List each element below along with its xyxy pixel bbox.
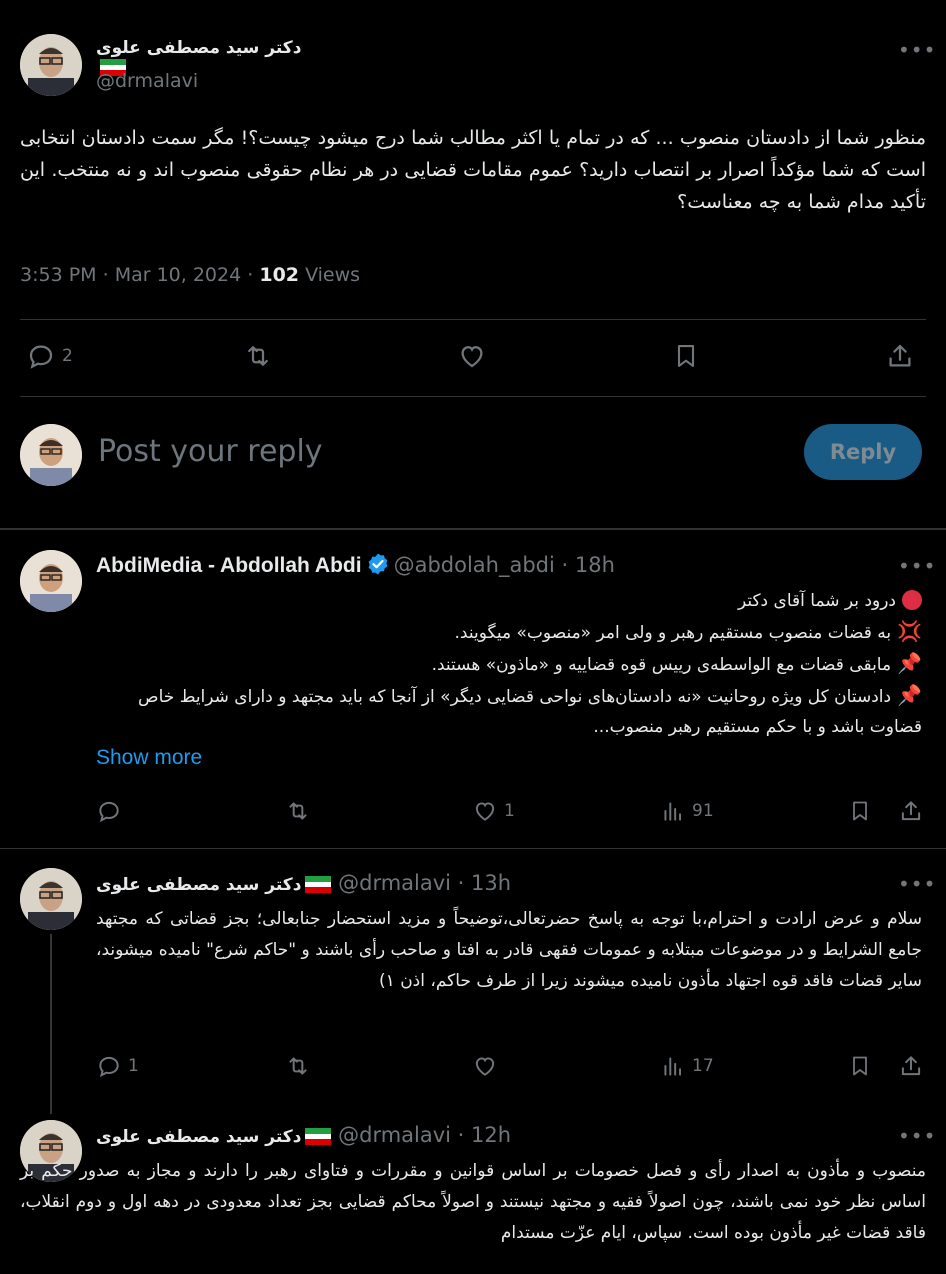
reply-header: دکتر سید مصطفی علوی @drmalavi · 13h [96, 871, 511, 895]
body-line: 📌مابقی قضات مع الواسطه‌ی رییس قوه قضاییه… [431, 651, 922, 675]
display-name-text: دکتر سید مصطفی علوی [96, 38, 302, 58]
views-label: Views [305, 264, 361, 286]
reply-icon [99, 801, 119, 823]
body-line: 📌دادستان کل ویژه روحانیت «نه دادستان‌های… [138, 683, 922, 737]
verified-badge-icon [366, 552, 390, 581]
handle[interactable]: @abdolah_abdi [394, 553, 555, 577]
heart-icon [461, 346, 483, 368]
bookmark-action[interactable] [848, 798, 872, 824]
bookmark-icon [853, 1056, 867, 1076]
views-action[interactable]: 91 [660, 798, 714, 824]
more-options-icon[interactable]: ••• [898, 874, 936, 894]
like-action[interactable] [472, 1053, 504, 1079]
bookmark-action[interactable] [672, 341, 700, 371]
red-circle-icon [902, 590, 922, 610]
view-count: 17 [692, 1056, 714, 1076]
like-action[interactable] [456, 341, 488, 371]
reply-header: دکتر سید مصطفی علوی @drmalavi · 12h [96, 1123, 511, 1147]
show-more-link[interactable]: Show more [96, 746, 202, 770]
avatar[interactable] [20, 550, 82, 612]
body-line: درود بر شما آقای دکتر [96, 586, 922, 616]
repost-icon [248, 346, 268, 366]
avatar[interactable] [20, 868, 82, 930]
reply-header: AbdiMedia - Abdollah Abdi @abdolah_abdi ·… [96, 552, 615, 581]
reply-icon [29, 345, 53, 369]
repost-action[interactable] [284, 798, 312, 824]
bookmark-icon [677, 345, 695, 367]
repost-icon [289, 1057, 307, 1075]
views-count: 102 [259, 264, 300, 286]
iran-flag-icon [305, 874, 332, 893]
reply-action[interactable]: 1 [96, 1053, 139, 1079]
more-options-icon[interactable]: ••• [898, 1126, 936, 1146]
post-age[interactable]: 12h [471, 1123, 511, 1147]
heart-icon [475, 802, 495, 821]
reply-count: 2 [62, 346, 73, 366]
reply-body: منصوب و مأذون به اصدار رأی و فصل خصومات … [20, 1161, 926, 1243]
more-options-icon[interactable]: ••• [898, 556, 936, 576]
views-action[interactable]: 17 [660, 1053, 714, 1079]
tweet-meta: 3:53 PM · Mar 10, 2024 · 102 Views [20, 264, 360, 286]
share-icon [901, 1056, 921, 1076]
reply-body: درود بر شما آقای دکتر 💢به قضات منصوب مست… [96, 586, 922, 742]
tweet-date[interactable]: Mar 10, 2024 [115, 264, 242, 286]
pushpin-icon: 📌 [897, 683, 922, 707]
view-count: 91 [692, 801, 714, 821]
analytics-icon [664, 1057, 682, 1076]
meta-dot-1: · [102, 264, 109, 286]
reply-action[interactable]: 2 [26, 341, 73, 371]
body-line: 💢به قضات منصوب مستقیم رهبر و ولی امر «من… [454, 619, 922, 643]
divider [20, 319, 926, 320]
anger-symbol-icon: 💢 [897, 619, 922, 643]
share-icon [901, 801, 921, 821]
display-name[interactable]: دکتر سید مصطفی علوی [96, 1127, 301, 1147]
thread-line [50, 934, 52, 1114]
repost-action[interactable] [241, 341, 275, 371]
analytics-icon [664, 802, 682, 821]
tweet-time[interactable]: 3:53 PM [20, 264, 97, 286]
meta-dot: · [451, 1123, 472, 1147]
repost-action[interactable] [284, 1053, 312, 1079]
thread-separator [0, 528, 946, 530]
share-action[interactable] [898, 798, 924, 824]
handle[interactable]: @drmalavi [338, 871, 451, 895]
display-name[interactable]: دکتر سید مصطفی علوی [96, 875, 301, 895]
repost-icon [289, 802, 307, 820]
heart-icon [475, 1057, 495, 1076]
share-icon [889, 344, 911, 367]
meta-dot-2: · [247, 264, 254, 286]
like-count: 1 [504, 801, 515, 821]
display-name[interactable]: AbdiMedia - Abdollah Abdi [96, 554, 362, 577]
post-age[interactable]: 13h [471, 871, 511, 895]
reply-count: 1 [128, 1056, 139, 1076]
handle[interactable]: @drmalavi [338, 1123, 451, 1147]
more-options-icon[interactable]: ••• [898, 40, 936, 60]
iran-flag-icon [305, 1126, 332, 1145]
bookmark-action[interactable] [848, 1053, 872, 1079]
avatar[interactable] [20, 34, 82, 96]
handle[interactable]: @drmalavi [96, 70, 198, 92]
reply-icon [99, 1056, 119, 1078]
meta-dot: · [451, 871, 472, 895]
reply-button[interactable]: Reply [804, 424, 922, 480]
reply-action[interactable] [96, 798, 128, 824]
bookmark-icon [853, 801, 867, 821]
pushpin-icon: 📌 [897, 651, 922, 675]
tweet-body: منظور شما از دادستان منصوب ... که در تما… [20, 127, 926, 213]
divider [0, 848, 946, 849]
reply-input[interactable]: Post your reply [98, 434, 323, 469]
share-action[interactable] [885, 341, 915, 371]
reply-body: سلام و عرض ارادت و احترام،با توجه به پاس… [96, 909, 922, 991]
share-action[interactable] [898, 1053, 924, 1079]
post-age[interactable]: 18h [575, 553, 615, 577]
meta-dot: · [554, 553, 575, 577]
like-action[interactable]: 1 [472, 798, 515, 824]
composer-avatar[interactable] [20, 424, 82, 486]
divider [20, 396, 926, 397]
